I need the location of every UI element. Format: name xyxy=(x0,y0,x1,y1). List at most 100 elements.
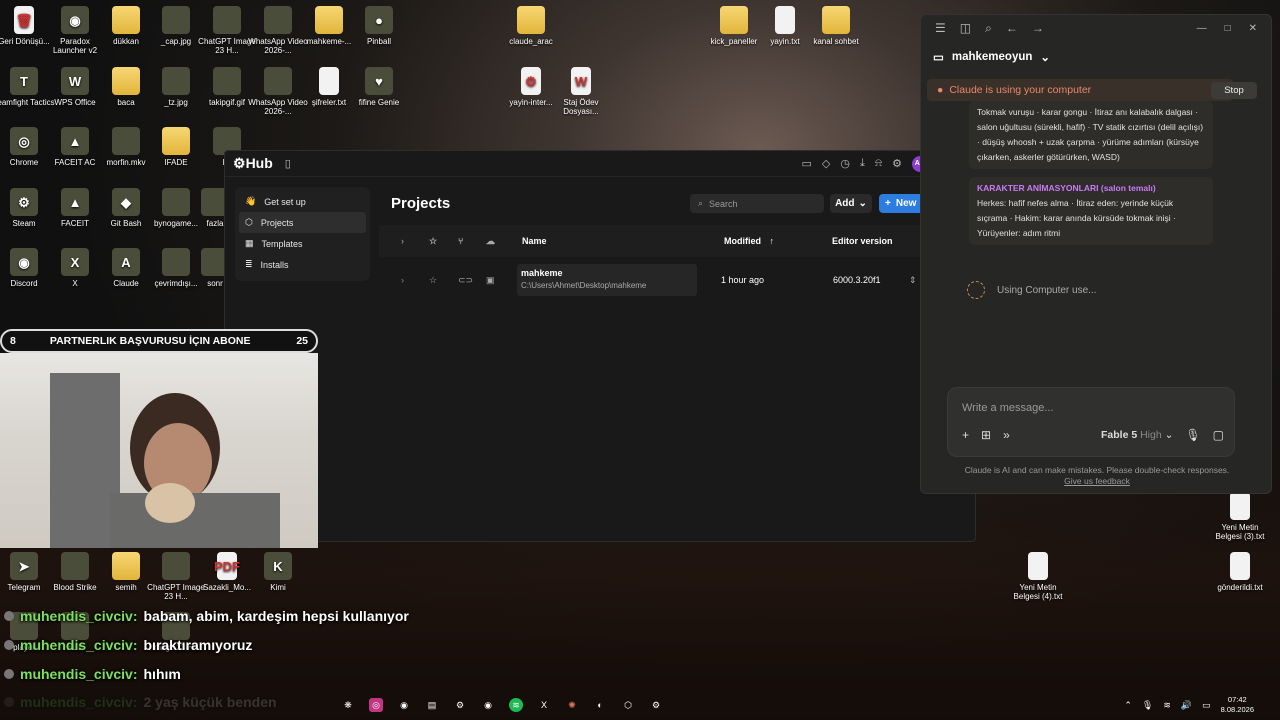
plus-icon: + xyxy=(885,198,891,209)
clock[interactable]: 07:42 8.08.2026 xyxy=(1221,695,1254,715)
desktop-icon-image: ⚙ xyxy=(10,188,38,216)
skip-icon[interactable]: » xyxy=(1003,428,1010,442)
close-icon[interactable]: ✕ xyxy=(1249,23,1257,34)
chat-line: muhendis_civciv: babam, abim, kardeşim he… xyxy=(4,608,409,624)
obs-taskbar-icon[interactable]: ◐ xyxy=(593,698,607,712)
computer-use-banner: ● Claude is using your computer xyxy=(927,79,1233,101)
stop-button[interactable]: Stop xyxy=(1211,82,1257,99)
steam-taskbar-icon[interactable]: ⚙ xyxy=(453,698,467,712)
page-title: Projects xyxy=(391,195,451,212)
desktop-icon[interactable]: W Staj Ödev Dosyası... xyxy=(550,67,612,116)
desktop-icon-image: ▲ xyxy=(61,127,89,155)
chevron-up-icon[interactable]: ⌃ xyxy=(1124,700,1132,711)
desktop-icon[interactable]: Yeni Metin Belgesi (4).txt xyxy=(1007,552,1069,601)
desktop-icon-image: 🗑 xyxy=(14,6,34,34)
desktop-icon-image xyxy=(162,552,190,580)
search-icon[interactable]: ⌕ xyxy=(985,21,992,36)
table-row[interactable]: › ☆ ⊂⊃ ▣ mahkeme C:\Users\Ahmet\Desktop\… xyxy=(379,261,975,299)
forward-icon[interactable]: → xyxy=(1032,21,1044,35)
desktop-icon[interactable]: claude_arac xyxy=(500,6,562,46)
bell-off-icon[interactable]: ⍾ xyxy=(875,157,882,170)
desktop-icon[interactable]: Yeni Metin Belgesi (3).txt xyxy=(1209,492,1271,541)
settings-taskbar-icon[interactable]: ⚙ xyxy=(649,698,663,712)
spotify-taskbar-icon[interactable]: ≋ xyxy=(509,698,523,712)
sidebar-icon[interactable]: ◫ xyxy=(960,21,971,35)
chatgpt-taskbar-icon[interactable]: ❋ xyxy=(341,698,355,712)
sidebar-item-installs[interactable]: ≣ Installs xyxy=(239,254,366,275)
col-name[interactable]: Name xyxy=(522,236,547,246)
expand-all-icon[interactable]: › xyxy=(401,236,404,246)
grid-icon: ▦ xyxy=(245,238,254,248)
star-icon[interactable]: ☆ xyxy=(429,275,437,286)
star-header-icon[interactable]: ☆ xyxy=(429,236,437,247)
book-icon[interactable]: ▭ xyxy=(801,157,811,170)
desktop-icon-image: A xyxy=(112,248,140,276)
learn-icon[interactable]: ◇ xyxy=(822,157,830,170)
hub-logo: ⚙Hub xyxy=(233,155,273,171)
desktop-icon[interactable]: K Kimi xyxy=(247,552,309,592)
sidebar-item-templates[interactable]: ▦ Templates xyxy=(239,233,366,254)
desktop-icon-image xyxy=(264,67,292,95)
desktop-icon[interactable]: gönderildi.txt xyxy=(1209,552,1271,592)
download-icon[interactable]: ⤓ xyxy=(860,157,865,170)
model-selector[interactable]: Fable 5 High ⌄ xyxy=(1101,429,1173,441)
desktop-icon[interactable]: ♥ fifine Genie xyxy=(348,67,410,107)
volume-icon[interactable]: 🔊 xyxy=(1181,700,1192,711)
message-composer[interactable]: Write a message... + ⊞ » Fable 5 High ⌄ … xyxy=(947,387,1235,457)
back-icon[interactable]: ← xyxy=(1006,21,1018,35)
desktop-icon-image: ♥ xyxy=(365,67,393,95)
menu-icon[interactable]: ☰ xyxy=(935,21,946,35)
chat-line: muhendis_civciv: hıhım xyxy=(4,666,181,682)
microphone-icon[interactable]: 🎙 xyxy=(1185,428,1200,442)
desktop-icon-image xyxy=(1230,552,1250,580)
project-selector[interactable]: ▭ mahkemeoyun ⌄ xyxy=(933,50,1050,64)
maximize-icon[interactable]: □ xyxy=(1225,23,1231,34)
stop-square-icon[interactable]: ▢ xyxy=(1213,428,1224,442)
table-header: › ☆ ⑂ ☁ Name Modified ↑ Editor version xyxy=(379,225,975,257)
sidebar-item-get-set-up[interactable]: 👋 Get set up xyxy=(239,191,366,212)
sort-up-icon: ↑ xyxy=(769,236,775,246)
desktop-icon-image: K xyxy=(264,552,292,580)
desktop-icon-image xyxy=(315,6,343,34)
wifi-icon[interactable]: ≋ xyxy=(1163,700,1171,711)
message-input[interactable]: Write a message... xyxy=(962,402,1054,414)
project-editor-version[interactable]: 6000.3.20f1 xyxy=(833,275,881,285)
chevron-down-icon: ⌄ xyxy=(1040,52,1051,64)
sidebar-item-projects[interactable]: ⬡ Projects xyxy=(239,212,366,233)
chat-message: babam, abim, kardeşim hepsi kullanıyor xyxy=(143,608,409,624)
x-taskbar-icon[interactable]: X xyxy=(537,698,551,712)
expand-row-icon[interactable]: › xyxy=(401,275,404,285)
folder-icon[interactable]: ⊞ xyxy=(981,428,991,442)
hub-taskbar-icon[interactable]: ⬡ xyxy=(621,698,635,712)
desktop-icon[interactable]: ● Pinball xyxy=(348,6,410,46)
col-editor-version[interactable]: Editor version xyxy=(832,236,893,246)
desktop-icon[interactable]: kanal sohbet xyxy=(805,6,867,46)
system-tray: ⌃ 🎙 ≋ 🔊 ▭ 07:42 8.08.2026 xyxy=(1124,695,1280,715)
plus-icon[interactable]: + xyxy=(962,428,969,442)
spinner-icon xyxy=(967,281,985,299)
link-icon[interactable]: ⊂⊃ xyxy=(458,275,473,286)
status-dot-icon: ● xyxy=(937,84,944,96)
device-icon[interactable]: ▣ xyxy=(486,275,495,286)
battery-icon[interactable]: ▭ xyxy=(1202,700,1211,711)
chrome-taskbar-icon[interactable]: ◉ xyxy=(397,698,411,712)
instagram-taskbar-icon[interactable]: ◎ xyxy=(369,698,383,712)
desktop-icon-label: claude_arac xyxy=(509,37,553,46)
cloud-icon[interactable]: ☁ xyxy=(486,236,495,247)
version-stepper-icon[interactable]: ⇕ xyxy=(909,275,917,286)
discord-taskbar-icon[interactable]: ◉ xyxy=(481,698,495,712)
minimize-icon[interactable]: — xyxy=(1197,23,1207,34)
search-input[interactable]: ⌕ Search xyxy=(690,194,824,213)
sidebar-toggle-icon[interactable]: ▯ xyxy=(285,157,291,170)
add-button[interactable]: Add ⌄ xyxy=(830,194,872,213)
branch-icon[interactable]: ⑂ xyxy=(458,236,463,246)
files-taskbar-icon[interactable]: ▤ xyxy=(425,698,439,712)
feedback-link[interactable]: Give us feedback xyxy=(921,476,1273,486)
claude-taskbar-icon[interactable]: ✺ xyxy=(565,698,579,712)
gear-icon[interactable]: ⚙ xyxy=(892,157,902,170)
desktop-icon-image: ◉ xyxy=(10,248,38,276)
project-name-cell[interactable]: mahkeme C:\Users\Ahmet\Desktop\mahkeme xyxy=(517,264,697,296)
clock-icon[interactable]: ◷ xyxy=(840,157,850,170)
mic-icon[interactable]: 🎙 xyxy=(1142,700,1153,711)
col-modified[interactable]: Modified ↑ xyxy=(724,236,774,246)
